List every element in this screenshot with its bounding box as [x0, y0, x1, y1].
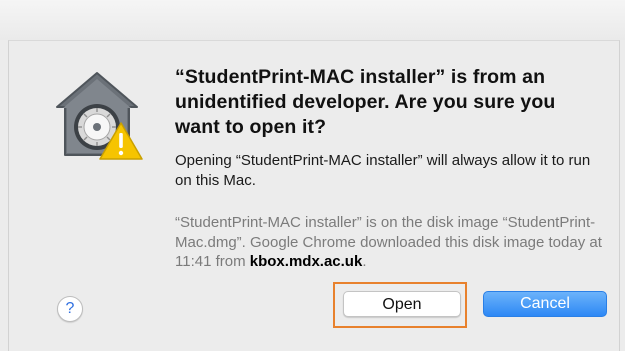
gatekeeper-warning-icon	[47, 67, 147, 167]
dialog-info-text: Opening “StudentPrint-MAC installer” wil…	[175, 152, 591, 189]
dialog-headline: “StudentPrint-MAC installer” is from an …	[175, 66, 556, 138]
open-button[interactable]: Open	[343, 291, 461, 317]
source-suffix: .	[362, 253, 367, 270]
title-bar	[0, 0, 625, 40]
dialog-source-text: “StudentPrint-MAC installer” is on the d…	[175, 213, 615, 272]
screen: “StudentPrint-MAC installer” is from an …	[0, 0, 625, 351]
source-domain: kbox.mdx.ac.uk	[249, 253, 363, 270]
source-prefix: “StudentPrint-MAC installer” is on the d…	[175, 214, 602, 270]
cancel-button[interactable]: Cancel	[483, 291, 607, 317]
security-dialog: “StudentPrint-MAC installer” is from an …	[8, 40, 620, 351]
help-button[interactable]: ?	[57, 296, 83, 322]
